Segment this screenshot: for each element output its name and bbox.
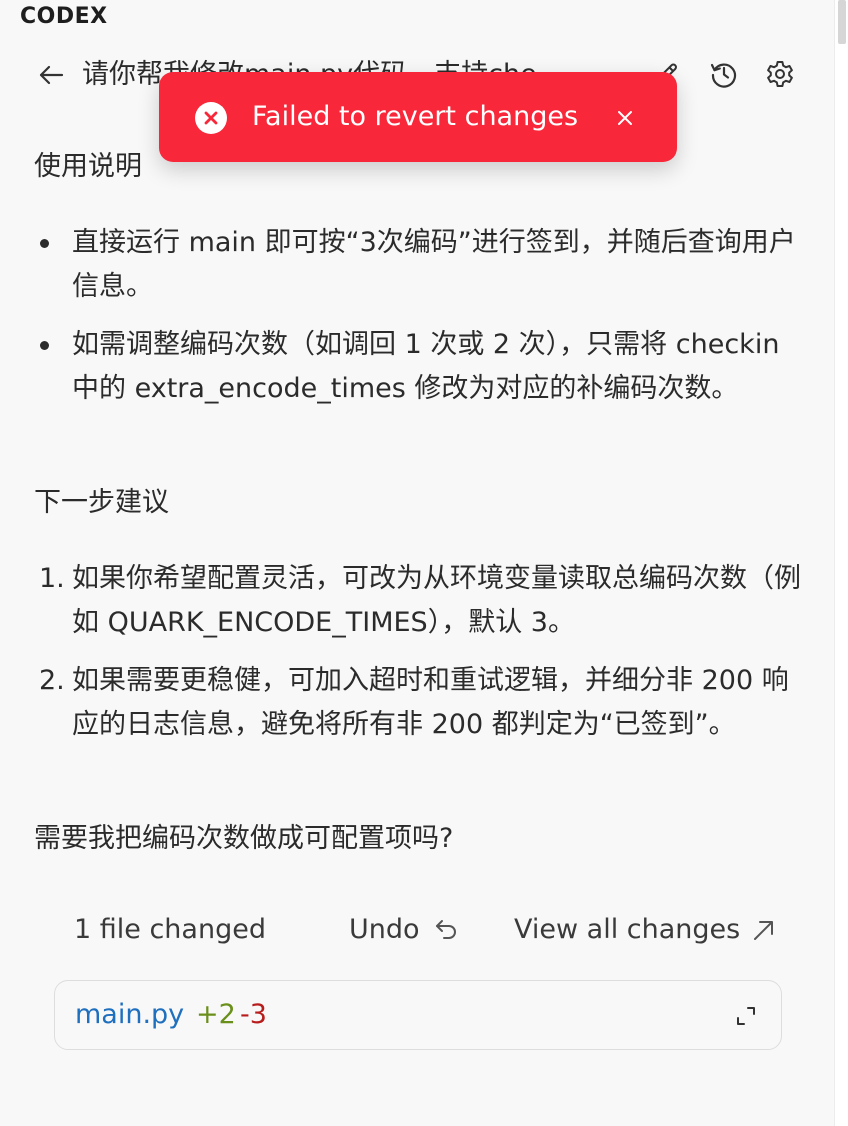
lines-added-count: +2 (196, 999, 236, 1030)
next-item-text: 如果需要更稳健，可加入超时和重试逻辑，并细分非 200 响应的日志信息，避免将所… (72, 665, 789, 740)
error-toast: Failed to revert changes (159, 72, 677, 162)
close-icon (618, 111, 632, 125)
scrollbar-thumb[interactable] (838, 0, 846, 44)
external-arrow-icon (754, 920, 774, 940)
next-item-text: 如果你希望配置灵活，可改为从环境变量读取总编码次数（例如 QUARK_ENCOD… (72, 563, 801, 638)
usage-item-text: 直接运行 main 即可按“3次编码”进行签到，并随后查询用户信息。 (72, 227, 796, 302)
list-number: 2. (39, 665, 65, 696)
undo-icon (435, 919, 456, 939)
bullet-dot (40, 341, 49, 350)
changed-file-card[interactable]: main.py +2 -3 (54, 980, 782, 1050)
back-button[interactable] (34, 58, 68, 92)
next-list-item: 1. 如果你希望配置灵活，可改为从环境变量读取总编码次数（例如 QUARK_EN… (34, 557, 804, 645)
expand-icon (737, 1007, 755, 1025)
usage-heading: 使用说明 (34, 151, 142, 182)
view-all-changes-button[interactable]: View all changes (514, 914, 778, 945)
list-number: 1. (39, 563, 65, 594)
next-steps-heading: 下一步建议 (34, 487, 169, 518)
settings-button[interactable] (763, 57, 797, 91)
view-all-label: View all changes (514, 914, 741, 945)
next-list-item: 2. 如果需要更稳健，可加入超时和重试逻辑，并细分非 200 响应的日志信息，避… (34, 659, 804, 747)
history-button[interactable] (707, 57, 741, 91)
toast-message: Failed to revert changes (252, 101, 579, 132)
usage-list-item: 直接运行 main 即可按“3次编码”进行签到，并随后查询用户信息。 (34, 221, 804, 309)
usage-item-text: 如需调整编码次数（如调回 1 次或 2 次），只需将 checkin 中的 ex… (72, 329, 780, 404)
app-title: CODEX (20, 4, 108, 29)
undo-label: Undo (349, 914, 420, 945)
scrollbar-track[interactable] (834, 0, 848, 1126)
bullet-dot (40, 239, 49, 248)
history-icon (710, 63, 737, 88)
file-name-link[interactable]: main.py (75, 999, 184, 1030)
toast-close-button[interactable] (611, 104, 639, 132)
error-circle-icon (195, 102, 227, 134)
gear-icon (767, 61, 793, 87)
undo-button[interactable]: Undo (349, 914, 462, 945)
files-changed-count: 1 file changed (74, 914, 266, 945)
follow-up-question: 需要我把编码次数做成可配置项吗? (34, 823, 454, 854)
expand-diff-button[interactable] (733, 1003, 759, 1029)
changes-summary-bar: 1 file changed Undo View all changes (54, 908, 784, 958)
codex-panel: CODEX 请你帮我修改main.py代码，支持che… (0, 0, 848, 1126)
usage-list-item: 如需调整编码次数（如调回 1 次或 2 次），只需将 checkin 中的 ex… (34, 323, 804, 411)
back-arrow-icon (39, 65, 64, 85)
lines-removed-count: -3 (240, 999, 267, 1030)
